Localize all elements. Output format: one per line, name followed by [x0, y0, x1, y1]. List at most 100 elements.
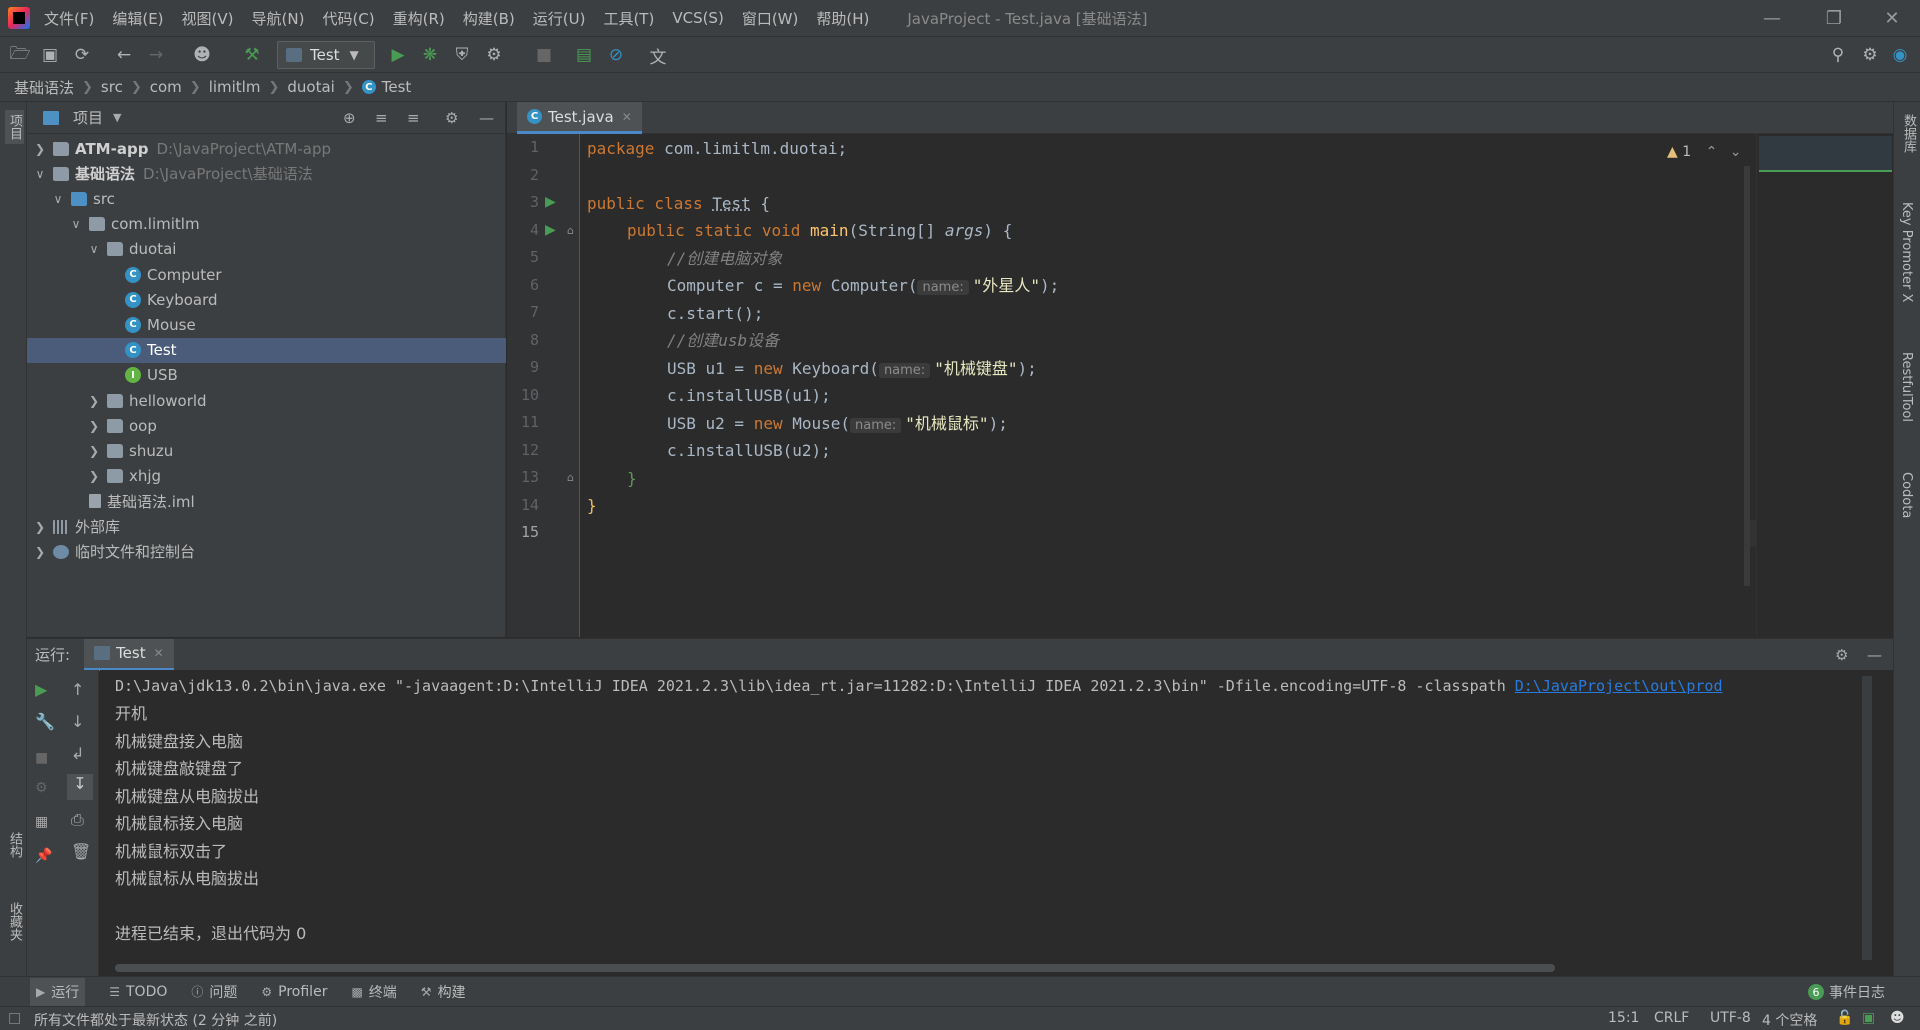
run-tab-test[interactable]: Test ✕: [84, 638, 174, 671]
event-log-tab[interactable]: 6 事件日志: [1808, 982, 1885, 1002]
tree-item-com-limitlm[interactable]: ∨ com.limitlm: [27, 212, 506, 237]
chevron-down-icon[interactable]: ▼: [113, 111, 121, 124]
tree-item-外部库[interactable]: ❯ 外部库: [27, 514, 506, 539]
mascot-icon[interactable]: ☻: [1890, 1010, 1905, 1026]
console-horizontal-scrollbar[interactable]: [115, 964, 1555, 972]
breadcrumb-com[interactable]: com: [150, 78, 182, 96]
tree-item-usb[interactable]: I USB: [27, 363, 506, 388]
menu-window[interactable]: 窗口(W): [742, 8, 799, 29]
menu-build[interactable]: 构建(B): [463, 8, 515, 29]
tree-item-duotai[interactable]: ∨ duotai: [27, 237, 506, 262]
menu-refactor[interactable]: 重构(R): [393, 8, 445, 29]
lock-icon[interactable]: 🔓: [1836, 1010, 1853, 1026]
tool-tab-profiler[interactable]: ⚙ Profiler: [261, 984, 327, 1000]
editor-scrollbar[interactable]: [1744, 166, 1750, 586]
run-console[interactable]: D:\Java\jdk13.0.2\bin\java.exe "-javaage…: [100, 670, 1880, 976]
menu-vcs[interactable]: VCS(S): [672, 9, 723, 27]
gear-icon[interactable]: ⚙: [445, 109, 458, 127]
chevron-right-icon[interactable]: ❯: [33, 520, 47, 534]
open-folder-icon[interactable]: 🗁: [8, 43, 32, 67]
database-tool-tab[interactable]: 数据库: [1899, 114, 1918, 153]
breadcrumb-src[interactable]: src: [101, 78, 123, 96]
tree-item-xhjg[interactable]: ❯ xhjg: [27, 464, 506, 489]
tree-item-临时文件和控制台[interactable]: ❯ 临时文件和控制台: [27, 539, 506, 564]
console-vertical-scrollbar[interactable]: [1862, 676, 1872, 960]
rerun-icon[interactable]: ▶: [35, 680, 47, 699]
chevron-down-icon[interactable]: ⌄: [1730, 144, 1742, 160]
locate-icon[interactable]: ⊕: [343, 109, 356, 127]
collapse-all-icon[interactable]: ≡: [407, 109, 420, 127]
classpath-link[interactable]: D:\JavaProject\out\prod: [1515, 677, 1723, 695]
plugin-icon[interactable]: ◉: [1888, 43, 1912, 67]
structure-tool-tab[interactable]: 结构: [5, 832, 24, 858]
favorites-tool-tab[interactable]: 收藏夹: [5, 902, 24, 941]
disable-icon[interactable]: ⊘: [604, 43, 628, 67]
tree-item-helloworld[interactable]: ❯ helloworld: [27, 388, 506, 413]
tool-tab-build[interactable]: ⚒ 构建: [421, 982, 466, 1002]
chevron-down-icon[interactable]: ∨: [51, 192, 65, 206]
close-button[interactable]: ✕: [1864, 0, 1920, 36]
tab-test-java[interactable]: C Test.java ✕: [517, 102, 642, 134]
chevron-right-icon[interactable]: ❯: [87, 469, 101, 483]
up-arrow-icon[interactable]: ↑: [71, 680, 84, 699]
project-panel-title[interactable]: 项目: [73, 107, 103, 128]
chevron-right-icon[interactable]: ❯: [87, 444, 101, 458]
tree-item-shuzu[interactable]: ❯ shuzu: [27, 438, 506, 463]
tool-tab-terminal[interactable]: ▩ 终端: [351, 982, 396, 1002]
close-tab-icon[interactable]: ✕: [622, 110, 632, 124]
run-icon[interactable]: ▶: [386, 43, 410, 67]
tree-item-基础语法[interactable]: ∨ 基础语法 D:\JavaProject\基础语法: [27, 161, 506, 186]
inspection-widget[interactable]: ▲ 1 ⌃ ⌄: [1667, 144, 1742, 160]
tree-item-oop[interactable]: ❯ oop: [27, 413, 506, 438]
breadcrumb-project[interactable]: 基础语法: [14, 77, 74, 98]
menu-view[interactable]: 视图(V): [182, 8, 234, 29]
menu-file[interactable]: 文件(F): [44, 8, 94, 29]
chevron-right-icon[interactable]: ❯: [33, 545, 47, 559]
profile-icon[interactable]: ⚙: [482, 43, 506, 67]
hide-panel-icon[interactable]: —: [479, 109, 494, 127]
back-arrow-icon[interactable]: ←: [112, 43, 136, 67]
project-tool-tab[interactable]: 项目: [5, 110, 24, 144]
menu-tools[interactable]: 工具(T): [603, 8, 654, 29]
breadcrumb-test[interactable]: Test: [382, 78, 412, 96]
stop-icon[interactable]: ■: [532, 43, 556, 67]
gutter-run-icon[interactable]: ▶: [545, 222, 556, 238]
scroll-to-end-icon[interactable]: ↧: [67, 774, 93, 800]
stop-icon[interactable]: ■: [35, 750, 48, 766]
chevron-right-icon[interactable]: ❯: [33, 142, 47, 156]
run-configuration-select[interactable]: Test ▼: [277, 41, 375, 69]
hide-panel-icon[interactable]: —: [1867, 646, 1882, 664]
fold-marker-icon[interactable]: ⌂: [567, 224, 574, 237]
menu-navigate[interactable]: 导航(N): [252, 8, 305, 29]
coverage-icon[interactable]: ⛨: [450, 43, 474, 67]
soft-wrap-icon[interactable]: ↲: [71, 744, 84, 763]
breadcrumb-limitlm[interactable]: limitlm: [209, 78, 261, 96]
key-promoter-tool-tab[interactable]: Key Promoter X: [1899, 202, 1914, 302]
chevron-down-icon[interactable]: ∨: [87, 242, 101, 256]
codota-status-icon[interactable]: ▣: [1862, 1010, 1875, 1026]
camera-icon[interactable]: ⚙: [35, 780, 48, 796]
chevron-down-icon[interactable]: ∨: [69, 217, 83, 231]
user-icon[interactable]: ☻: [190, 43, 214, 67]
caret-position[interactable]: 15:1: [1608, 1010, 1639, 1026]
tree-item-computer[interactable]: C Computer: [27, 262, 506, 287]
tool-tab-run[interactable]: ▶ 运行: [30, 977, 86, 1006]
minimize-button[interactable]: —: [1744, 0, 1800, 36]
codota-tool-tab[interactable]: Codota: [1899, 472, 1914, 518]
gear-icon[interactable]: ⚙: [1835, 646, 1848, 664]
build-hammer-icon[interactable]: ⚒: [240, 43, 264, 67]
menu-code[interactable]: 代码(C): [322, 8, 374, 29]
restore-button[interactable]: ❐: [1806, 0, 1862, 36]
tree-item-mouse[interactable]: C Mouse: [27, 312, 506, 337]
chevron-down-icon[interactable]: ∨: [33, 167, 47, 181]
translate-icon[interactable]: 文: [646, 43, 670, 68]
restful-tool-tab[interactable]: RestfulTool: [1899, 352, 1914, 422]
tool-tab-todo[interactable]: ☰ TODO: [109, 984, 167, 1000]
trash-icon[interactable]: 🗑: [71, 842, 91, 861]
chevron-up-icon[interactable]: ⌃: [1706, 144, 1718, 160]
status-toggle-icon[interactable]: □: [8, 1010, 21, 1026]
gutter-run-icon[interactable]: ▶: [545, 194, 556, 210]
breadcrumb-duotai[interactable]: duotai: [287, 78, 334, 96]
print-icon[interactable]: ⎙: [71, 810, 84, 830]
minimap-viewport[interactable]: [1759, 136, 1892, 172]
